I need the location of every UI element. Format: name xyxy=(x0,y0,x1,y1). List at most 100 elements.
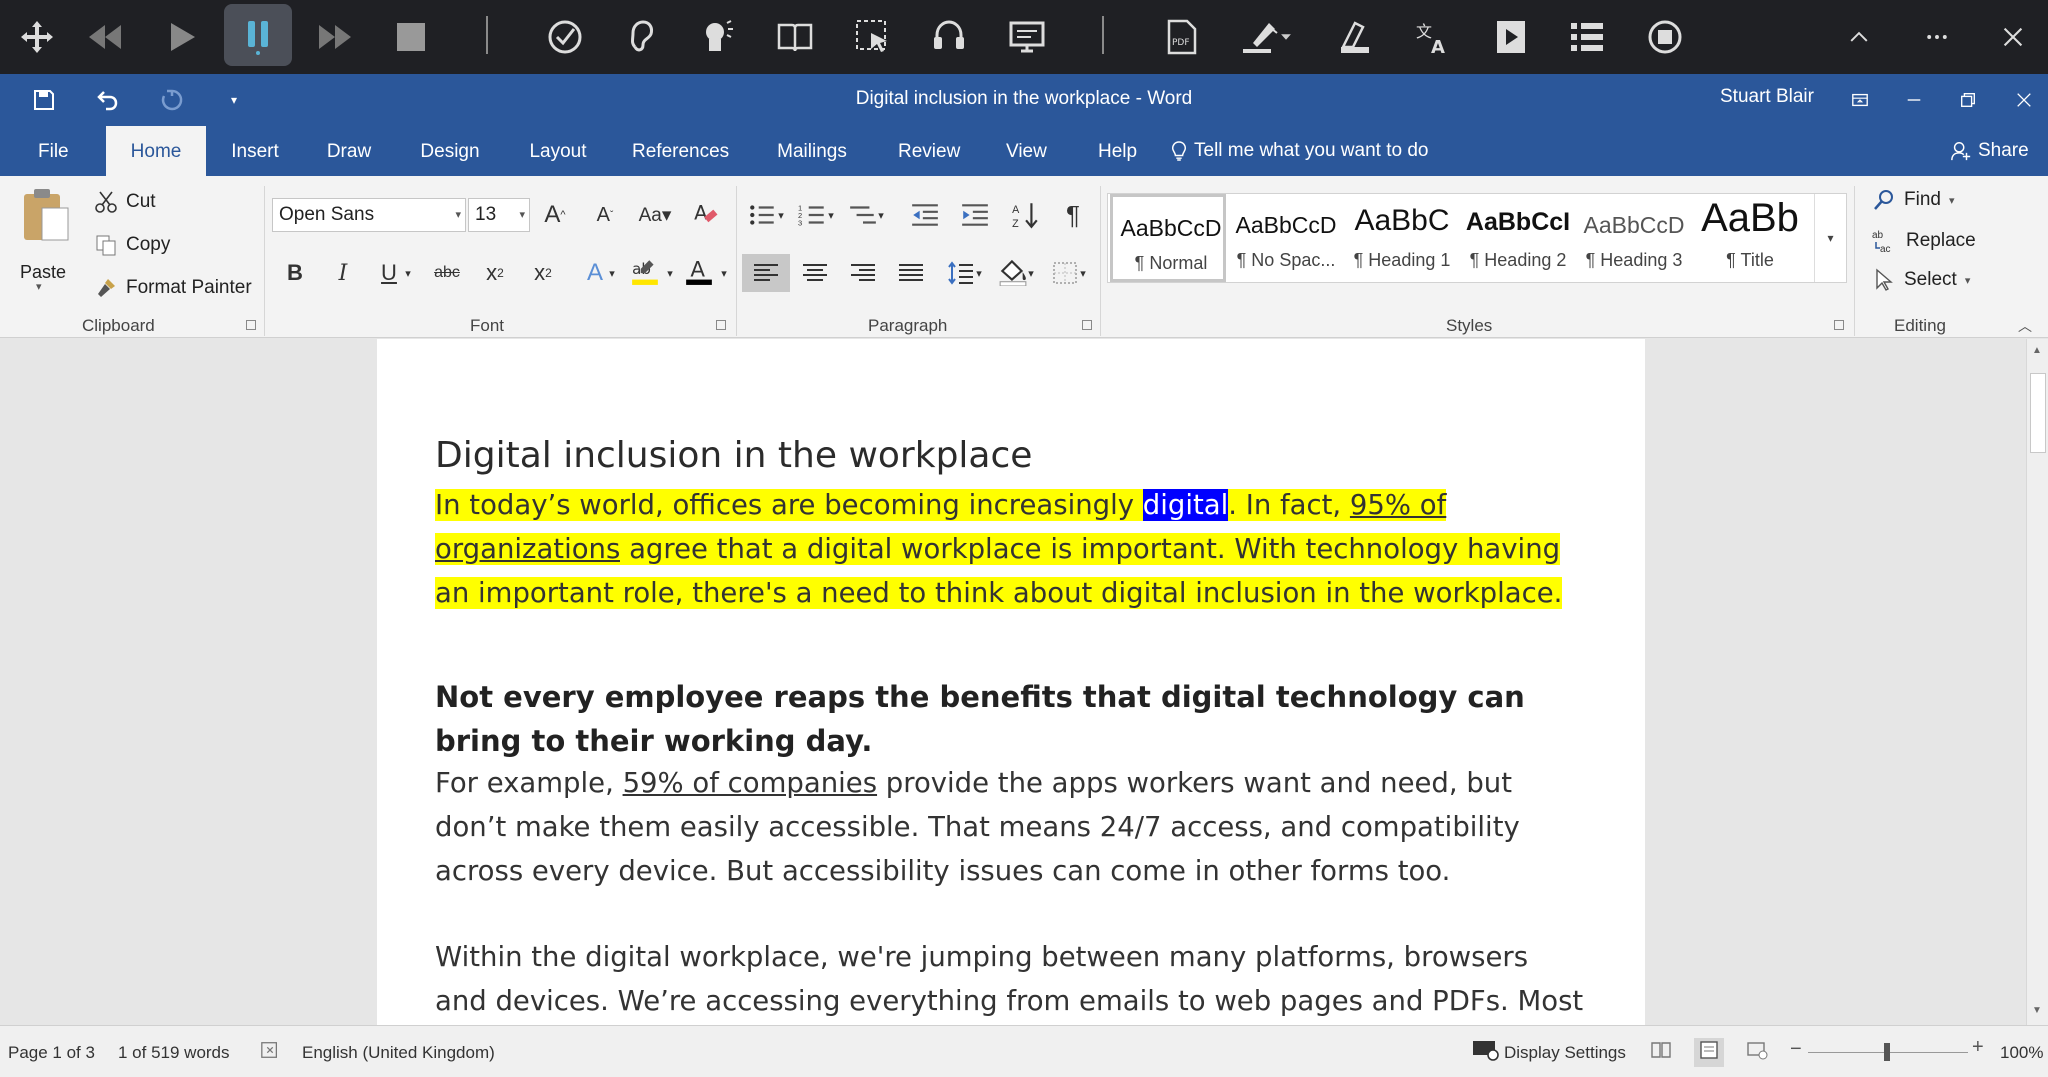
tab-mailings[interactable]: Mailings xyxy=(766,126,858,176)
rewind-icon[interactable] xyxy=(76,8,134,66)
proofing-icon[interactable] xyxy=(260,1040,280,1065)
tab-view[interactable]: View xyxy=(996,126,1056,176)
grow-font-icon[interactable]: A ^ xyxy=(536,196,574,234)
play-icon[interactable] xyxy=(152,8,210,66)
list-icon[interactable] xyxy=(1558,8,1616,66)
font-color-icon[interactable]: A xyxy=(680,252,718,290)
scroll-down-icon[interactable]: ▼ xyxy=(2032,1005,2042,1016)
increase-indent-icon[interactable] xyxy=(956,196,994,234)
font-dialog-launcher-icon[interactable] xyxy=(716,320,726,330)
page-count[interactable]: Page 1 of 3 xyxy=(8,1043,95,1063)
font-family-combo[interactable]: Open Sans ▾ xyxy=(272,198,466,232)
scroll-up-icon[interactable]: ▲ xyxy=(2032,345,2042,356)
display-settings-icon[interactable] xyxy=(1472,1039,1500,1066)
headset-icon[interactable] xyxy=(920,8,978,66)
superscript-icon[interactable]: x2 xyxy=(524,254,562,292)
zoom-level[interactable]: 100% xyxy=(2000,1043,2043,1063)
tab-file[interactable]: File xyxy=(28,126,78,176)
text-highlight-icon[interactable]: ab xyxy=(626,252,664,290)
move-icon[interactable] xyxy=(8,8,66,66)
web-layout-icon[interactable] xyxy=(1746,1040,1768,1065)
tab-home[interactable]: Home xyxy=(106,126,206,176)
styles-dialog-launcher-icon[interactable] xyxy=(1834,320,1844,330)
style-no-spacing[interactable]: AaBbCcD ¶ No Spac... xyxy=(1228,194,1344,282)
justify-icon[interactable] xyxy=(892,254,930,292)
tab-review[interactable]: Review xyxy=(888,126,966,176)
style-heading-2[interactable]: AaBbCcI ¶ Heading 2 xyxy=(1460,194,1576,282)
chevron-down-icon[interactable]: ▾ xyxy=(660,254,680,292)
read-mode-icon[interactable] xyxy=(1650,1040,1672,1065)
paragraph-3[interactable]: Within the digital workplace, we're jump… xyxy=(435,935,1585,1025)
book-icon[interactable] xyxy=(766,8,824,66)
tab-references[interactable]: References xyxy=(622,126,738,176)
italic-icon[interactable]: I xyxy=(324,254,362,292)
style-title[interactable]: AaBb ¶ Title xyxy=(1692,194,1808,282)
chevron-down-icon[interactable]: ▾ xyxy=(772,196,790,234)
tab-help[interactable]: Help xyxy=(1088,126,1144,176)
speaker-head-icon[interactable] xyxy=(688,8,746,66)
tab-insert[interactable]: Insert xyxy=(220,126,290,176)
style-heading-3[interactable]: AaBbCcD ¶ Heading 3 xyxy=(1576,194,1692,282)
tab-design[interactable]: Design xyxy=(410,126,490,176)
chevron-down-icon[interactable]: ▾ xyxy=(1022,254,1040,292)
window-close-icon[interactable] xyxy=(2002,80,2046,120)
styles-more-icon[interactable]: ▾ xyxy=(1814,194,1846,282)
ribbon-display-options-icon[interactable] xyxy=(1838,80,1882,120)
scanner-icon[interactable] xyxy=(1326,8,1384,66)
style-normal[interactable]: AaBbCcD ¶ Normal xyxy=(1110,194,1226,282)
bold-icon[interactable]: B xyxy=(276,254,314,292)
change-case-icon[interactable]: Aa▾ xyxy=(636,196,674,234)
paragraph-1[interactable]: In today’s world, offices are becoming i… xyxy=(435,483,1585,615)
user-name[interactable]: Stuart Blair xyxy=(1720,86,1814,108)
display-settings-label[interactable]: Display Settings xyxy=(1504,1043,1626,1063)
find-button[interactable]: Find ▾ xyxy=(1872,188,1955,212)
collapse-icon[interactable] xyxy=(1830,8,1888,66)
language[interactable]: English (United Kingdom) xyxy=(302,1043,495,1063)
restore-icon[interactable] xyxy=(1946,80,1990,120)
zoom-in-icon[interactable]: + xyxy=(1972,1036,1984,1059)
sort-icon[interactable]: AZ xyxy=(1006,196,1044,234)
style-heading-1[interactable]: AaBbC ¶ Heading 1 xyxy=(1344,194,1460,282)
shrink-font-icon[interactable]: Aˇ xyxy=(586,196,624,234)
chevron-down-icon[interactable]: ▾ xyxy=(398,254,418,292)
minimize-icon[interactable] xyxy=(1892,80,1936,120)
tab-draw[interactable]: Draw xyxy=(314,126,384,176)
vertical-scrollbar[interactable]: ▲ ▼ xyxy=(2026,339,2048,1025)
tab-layout[interactable]: Layout xyxy=(518,126,598,176)
cut-button[interactable]: Cut xyxy=(94,190,156,214)
collapse-ribbon-icon[interactable]: ︿ xyxy=(2018,316,2032,336)
video-icon[interactable] xyxy=(1482,8,1540,66)
chevron-down-icon[interactable]: ▾ xyxy=(970,254,988,292)
settings-icon[interactable] xyxy=(1636,8,1694,66)
translate-icon[interactable]: 文A xyxy=(1404,8,1462,66)
select-button[interactable]: Select ▾ xyxy=(1872,268,1970,292)
close-icon[interactable] xyxy=(1984,8,2042,66)
pdf-icon[interactable]: PDF xyxy=(1152,8,1210,66)
chevron-down-icon[interactable]: ▾ xyxy=(1074,254,1092,292)
paragraph-dialog-launcher-icon[interactable] xyxy=(1082,320,1092,330)
chevron-down-icon[interactable]: ▾ xyxy=(872,196,890,234)
zoom-out-icon[interactable]: − xyxy=(1790,1038,1802,1061)
tell-me-search[interactable]: Tell me what you want to do xyxy=(1170,126,1428,176)
strikethrough-icon[interactable]: abc xyxy=(428,254,466,292)
document-page[interactable]: Digital inclusion in the workplace In to… xyxy=(377,339,1645,1025)
clear-formatting-icon[interactable]: A xyxy=(686,194,724,232)
pause-icon[interactable] xyxy=(224,4,292,66)
paste-dropdown-icon[interactable]: ▾ xyxy=(36,280,42,293)
font-size-combo[interactable]: 13 ▾ xyxy=(468,198,530,232)
paste-button[interactable]: Paste xyxy=(14,186,74,282)
word-count[interactable]: 1 of 519 words xyxy=(118,1043,230,1063)
chevron-down-icon[interactable]: ▾ xyxy=(602,254,622,292)
screen-icon[interactable] xyxy=(998,8,1056,66)
paragraph-2[interactable]: For example, 59% of companies provide th… xyxy=(435,761,1585,893)
align-right-icon[interactable] xyxy=(844,254,882,292)
align-center-icon[interactable] xyxy=(796,254,834,292)
clipboard-dialog-launcher-icon[interactable] xyxy=(246,320,256,330)
replace-button[interactable]: ab ac Replace xyxy=(1872,228,1976,254)
subscript-icon[interactable]: x2 xyxy=(476,254,514,292)
select-icon[interactable] xyxy=(844,8,902,66)
print-layout-icon[interactable] xyxy=(1694,1038,1724,1067)
more-icon[interactable] xyxy=(1908,8,1966,66)
chevron-down-icon[interactable]: ▾ xyxy=(822,196,840,234)
align-left-icon[interactable] xyxy=(742,254,790,292)
